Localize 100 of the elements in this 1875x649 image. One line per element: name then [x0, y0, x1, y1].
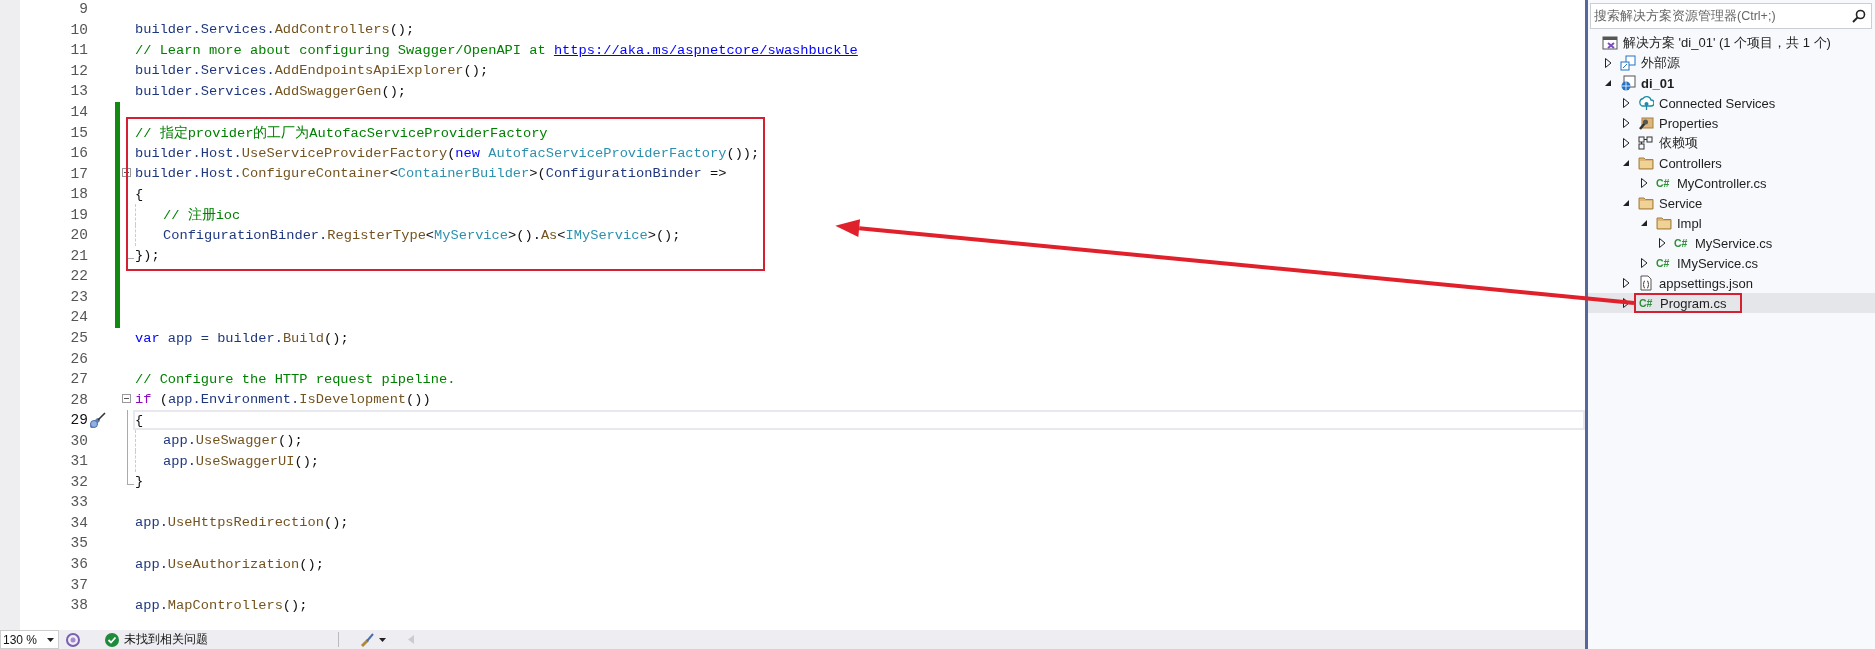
check-icon	[105, 632, 120, 647]
line-number: 37	[69, 576, 88, 593]
item-label: 外部源	[1641, 54, 1680, 72]
tree-item[interactable]: 依赖项	[1588, 133, 1875, 153]
code-line: {	[135, 412, 144, 428]
line-number: 13	[69, 83, 88, 100]
file-icon	[1638, 275, 1654, 291]
line-number: 36	[69, 556, 88, 573]
csharp-file-icon: C#	[1674, 237, 1690, 249]
collapsed-arrow-icon[interactable]	[1620, 117, 1632, 129]
code-line: {	[135, 186, 144, 202]
item-label: Properties	[1659, 115, 1719, 131]
line-number: 24	[69, 309, 88, 326]
collapsed-arrow-icon[interactable]	[1620, 277, 1632, 289]
collapse-icon[interactable]	[122, 394, 131, 404]
line-number: 20	[69, 227, 88, 244]
tree-item[interactable]: di_01	[1588, 73, 1875, 93]
code-line: app.UseSwaggerUI();	[163, 453, 320, 469]
globe-project-icon	[1620, 75, 1636, 91]
line-number: 19	[69, 206, 88, 223]
line-number: 35	[69, 535, 88, 552]
tree-item[interactable]: C# IMyService.cs	[1588, 253, 1875, 273]
code-line: builder.Host.UseServiceProviderFactory(new AutofacServiceProviderFactory());	[135, 145, 760, 161]
line-number: 9	[78, 1, 88, 18]
line-number: 29	[69, 412, 88, 429]
code-line: var app = builder.Build();	[135, 330, 349, 346]
line-number: 30	[69, 432, 88, 449]
collapsed-arrow-icon[interactable]	[1638, 257, 1650, 269]
tree-item[interactable]: 外部源	[1588, 53, 1875, 73]
line-number: 16	[69, 145, 88, 162]
status-icon	[65, 631, 82, 648]
line-number: 34	[69, 514, 88, 531]
code-line: builder.Services.AddControllers();	[135, 22, 415, 38]
code-line: app.MapControllers();	[135, 597, 308, 613]
line-number: 10	[69, 21, 88, 38]
search-field[interactable]: 搜索解决方案资源管理器(Ctrl+;)	[1590, 3, 1872, 29]
solution-icon	[1602, 35, 1618, 51]
item-label: Controllers	[1659, 155, 1722, 171]
code-line: // 指定provider的工厂为AutofacServiceProviderFactory	[135, 124, 548, 142]
line-number: 38	[69, 597, 88, 614]
item-label: 依赖项	[1659, 134, 1698, 152]
line-number: 33	[69, 494, 88, 511]
cleanup-button[interactable]	[359, 631, 387, 648]
item-label: IMyService.cs	[1677, 255, 1758, 271]
line-number: 11	[69, 42, 88, 59]
line-number: 23	[69, 288, 88, 305]
item-label: Connected Services	[1659, 95, 1776, 111]
item-label: MyController.cs	[1677, 175, 1767, 191]
code-line: // 注册ioc	[163, 206, 241, 224]
blocks-icon	[1638, 135, 1654, 151]
item-label: di_01	[1641, 75, 1675, 91]
folder-icon	[1638, 155, 1654, 171]
code-line: builder.Host.ConfigureContainer<ContainerBuilder>(ConfigurationBinder =>	[135, 166, 727, 182]
collapsed-arrow-icon[interactable]	[1656, 237, 1668, 249]
item-label: appsettings.json	[1659, 275, 1753, 291]
line-number: 21	[69, 247, 88, 264]
folder-icon	[1656, 215, 1672, 231]
tree-item[interactable]: C# MyService.cs	[1588, 233, 1875, 253]
code-line: // Configure the HTTP request pipeline.	[135, 371, 456, 387]
line-number: 25	[69, 330, 88, 346]
collapse-icon[interactable]	[122, 168, 131, 178]
issues-status[interactable]: 未找到相关问题	[124, 631, 209, 648]
link[interactable]: https://aka.ms/aspnetcore/swashbuckle	[553, 42, 858, 58]
tree-item[interactable]: C# Program.cs	[1588, 293, 1875, 313]
line-number: 27	[69, 371, 88, 388]
tree-item[interactable]: C# MyController.cs	[1588, 173, 1875, 193]
cloud-icon	[1638, 95, 1654, 111]
collapsed-arrow-icon[interactable]	[1620, 137, 1632, 149]
quick-action-icon[interactable]	[89, 411, 109, 430]
tree-item[interactable]: 解决方案 'di_01' (1 个项目，共 1 个)	[1588, 33, 1875, 53]
item-label: Service	[1659, 195, 1703, 211]
scroll-left-icon	[408, 635, 415, 644]
line-number: 15	[69, 124, 88, 141]
item-label: Program.cs	[1660, 295, 1727, 311]
collapsed-arrow-icon[interactable]	[1602, 57, 1614, 69]
item-label: 解决方案 'di_01' (1 个项目，共 1 个)	[1623, 34, 1831, 52]
csharp-file-icon: C#	[1656, 177, 1672, 189]
tree-item[interactable]: Service	[1588, 193, 1875, 213]
code-line: app.UseHttpsRedirection();	[135, 515, 349, 531]
tree-item[interactable]: Properties	[1588, 113, 1875, 133]
csharp-file-icon: C#	[1656, 257, 1672, 269]
tree-item[interactable]: Impl	[1588, 213, 1875, 233]
code-line: builder.Services.AddSwaggerGen();	[135, 83, 407, 99]
line-number: 28	[69, 391, 88, 408]
link-icon	[1620, 55, 1636, 71]
collapsed-arrow-icon[interactable]	[1638, 177, 1650, 189]
item-label: Impl	[1677, 215, 1702, 231]
code-line: }	[135, 474, 144, 490]
collapsed-arrow-icon[interactable]	[1620, 97, 1632, 109]
line-number: 32	[69, 473, 88, 490]
line-number: 14	[69, 104, 88, 120]
folder-icon	[1638, 195, 1654, 211]
tree-item[interactable]: appsettings.json	[1588, 273, 1875, 293]
tree-item[interactable]: Connected Services	[1588, 93, 1875, 113]
zoom-dropdown[interactable]: 130 %	[0, 630, 60, 649]
search-icon	[1852, 9, 1866, 23]
tree-item[interactable]: Controllers	[1588, 153, 1875, 173]
wrench-icon	[1638, 115, 1654, 131]
code-line: ConfigurationBinder.RegisterType<MyService>().As<IMyService>();	[163, 227, 681, 243]
item-label: MyService.cs	[1695, 235, 1773, 251]
